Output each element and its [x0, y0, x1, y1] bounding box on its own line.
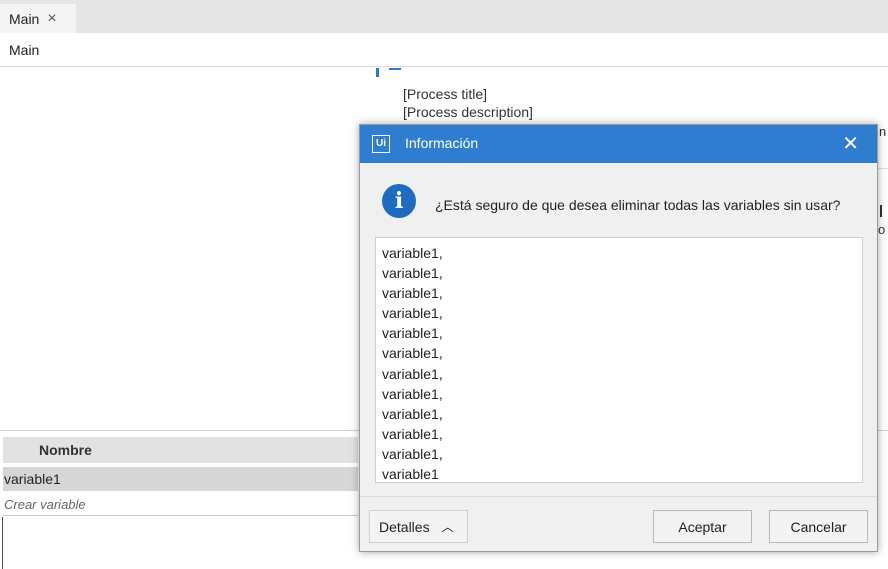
list-item: variable1, [382, 305, 443, 322]
list-item: variable1, [382, 425, 443, 442]
create-variable-input[interactable]: Crear variable [3, 494, 358, 516]
tab-label: Main [9, 10, 40, 27]
list-item: variable1, [382, 325, 443, 342]
cancel-button[interactable]: Cancelar [769, 510, 868, 543]
tab-main[interactable]: Main × [0, 4, 76, 33]
breadcrumb: Main [0, 33, 888, 67]
close-icon[interactable]: ✕ [842, 131, 859, 156]
tab-bar: Main × [0, 0, 888, 33]
details-button[interactable]: Detalles ︿ [369, 510, 468, 543]
table-row[interactable]: variable1 [3, 467, 358, 491]
variables-list[interactable]: variable1, variable1, variable1, variabl… [375, 237, 863, 483]
dialog-titlebar[interactable]: Ui Información ✕ [360, 125, 877, 163]
process-title[interactable]: [Process title] [403, 86, 487, 102]
list-item: variable1, [382, 445, 443, 462]
clipped-text: n [879, 124, 887, 139]
dialog-message: ¿Está seguro de que desea eliminar todas… [435, 197, 841, 213]
divider [2, 517, 3, 569]
close-icon[interactable]: × [47, 10, 56, 28]
clipped-mark [880, 205, 882, 217]
list-item: variable1, [382, 285, 443, 302]
process-description[interactable]: [Process description] [403, 104, 533, 120]
details-label: Detalles [379, 518, 430, 535]
list-item: variable1 [382, 466, 439, 483]
list-item: variable1, [382, 365, 443, 382]
accept-button[interactable]: Aceptar [653, 510, 752, 543]
dialog-title: Información [405, 135, 479, 151]
chevron-up-icon: ︿ [441, 520, 454, 534]
collapse-icon[interactable] [389, 64, 401, 70]
list-item: variable1, [382, 265, 443, 282]
list-item: variable1, [382, 405, 443, 422]
list-item: variable1, [382, 345, 443, 362]
info-icon: i [382, 184, 416, 218]
divider [360, 496, 877, 497]
clipped-text: o [878, 222, 886, 237]
confirm-dialog: Ui Información ✕ i ¿Está seguro de que d… [359, 124, 878, 552]
uipath-logo-icon: Ui [372, 135, 390, 153]
list-item: variable1, [382, 245, 443, 261]
list-item: variable1, [382, 385, 443, 402]
sequence-indicator [376, 68, 379, 77]
column-header-name[interactable]: Nombre [3, 437, 358, 463]
breadcrumb-item[interactable]: Main [9, 42, 39, 58]
